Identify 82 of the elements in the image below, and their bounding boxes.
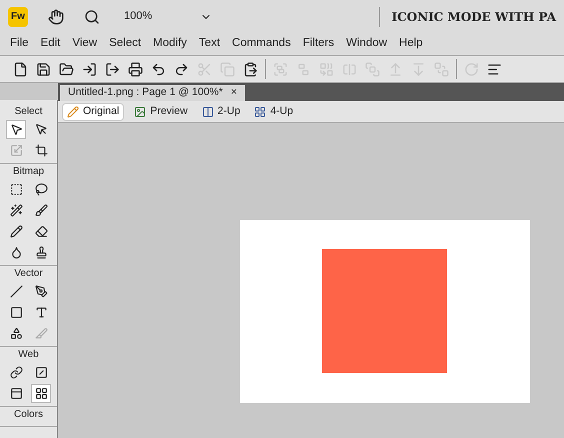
pointer-icon — [10, 123, 22, 136]
search-icon[interactable] — [84, 8, 100, 24]
magic-wand-icon — [10, 204, 22, 217]
view-tab[interactable]: 2-Up — [198, 102, 244, 120]
stamp-icon — [34, 246, 48, 259]
section-title: Vector — [14, 267, 43, 281]
ungroup-icon — [296, 62, 311, 76]
scale-icon — [10, 144, 22, 157]
combine-icon — [319, 62, 334, 76]
pencil-icon — [10, 225, 22, 238]
redo-icon — [174, 62, 189, 76]
menu-item[interactable]: Edit — [34, 35, 66, 53]
menu-item[interactable]: Text — [192, 35, 226, 53]
menu-item[interactable]: Window — [340, 35, 394, 53]
new-file-icon — [13, 62, 28, 76]
clipboard-button[interactable] — [242, 60, 259, 78]
pen-icon — [34, 285, 48, 298]
zoom-dropdown[interactable]: 100% — [124, 8, 212, 25]
group-icon — [273, 62, 288, 76]
export-icon — [105, 62, 120, 76]
menu-item[interactable]: File — [4, 35, 35, 53]
folder-icon — [59, 62, 74, 76]
new-file-button[interactable] — [12, 60, 29, 78]
menu-item[interactable]: Help — [393, 35, 429, 53]
scissors-icon — [197, 62, 212, 76]
send-to-back-icon — [434, 62, 449, 76]
printer-icon — [128, 62, 143, 76]
hotspot-icon — [10, 366, 22, 379]
close-icon[interactable]: × — [230, 85, 237, 101]
save-button[interactable] — [35, 60, 52, 78]
pointer-tool[interactable] — [6, 120, 26, 139]
printer-button[interactable] — [127, 60, 144, 78]
send-backward-icon — [411, 62, 426, 76]
copy-icon — [220, 62, 235, 76]
app-logo[interactable]: Fw — [8, 6, 28, 26]
slice-icon — [34, 366, 48, 379]
subselect-pointer-icon — [34, 123, 48, 136]
knife-icon — [34, 327, 48, 340]
menu-item[interactable]: Commands — [226, 35, 297, 53]
menu-item[interactable]: Filters — [296, 35, 340, 53]
menu-item[interactable]: View — [66, 35, 104, 53]
four-panel-icon — [254, 106, 266, 118]
hand-icon[interactable] — [48, 8, 64, 24]
bring-forward-icon — [388, 62, 403, 76]
marquee-icon — [10, 183, 22, 196]
show-slices-icon — [34, 387, 48, 400]
export-button[interactable] — [104, 60, 121, 78]
crop-icon — [34, 144, 48, 157]
section-title: Bitmap — [12, 165, 44, 179]
workspace-title: ICONIC MODE WITH PA — [392, 8, 556, 26]
droplet-icon — [10, 246, 22, 259]
eraser-icon — [34, 225, 48, 238]
import-button[interactable] — [81, 60, 98, 78]
freeform-icon — [10, 327, 22, 340]
rotate-icon — [464, 62, 479, 76]
view-tab[interactable]: Preview — [130, 102, 192, 120]
document-tab[interactable]: Untitled-1.png : Page 1 @ 100%* × — [60, 85, 245, 101]
line-icon — [10, 285, 22, 298]
align-icon — [487, 62, 502, 76]
hide-slices-icon — [10, 387, 22, 400]
pencil-icon — [67, 106, 79, 118]
text-tool-icon — [34, 306, 48, 319]
bring-to-front-icon — [365, 62, 380, 76]
lasso-icon — [34, 183, 48, 196]
clipboard-icon — [243, 62, 258, 76]
two-panel-icon — [202, 106, 214, 118]
rectangle-icon — [10, 306, 22, 319]
menu-item[interactable]: Select — [103, 35, 148, 53]
view-tab[interactable]: 4-Up — [250, 102, 298, 120]
brush-icon — [34, 204, 48, 217]
view-tab[interactable]: Original — [62, 102, 124, 120]
show-slices-tool[interactable] — [31, 384, 51, 403]
undo-icon — [151, 62, 166, 76]
import-icon — [82, 62, 97, 76]
section-title: Colors — [14, 408, 43, 422]
split-icon — [342, 62, 357, 76]
menu-item[interactable]: Modify — [147, 35, 193, 53]
section-title: Web — [18, 348, 39, 362]
save-icon — [36, 62, 51, 76]
section-title: Select — [14, 105, 42, 119]
folder-button[interactable] — [58, 60, 75, 78]
image-icon — [134, 106, 146, 118]
